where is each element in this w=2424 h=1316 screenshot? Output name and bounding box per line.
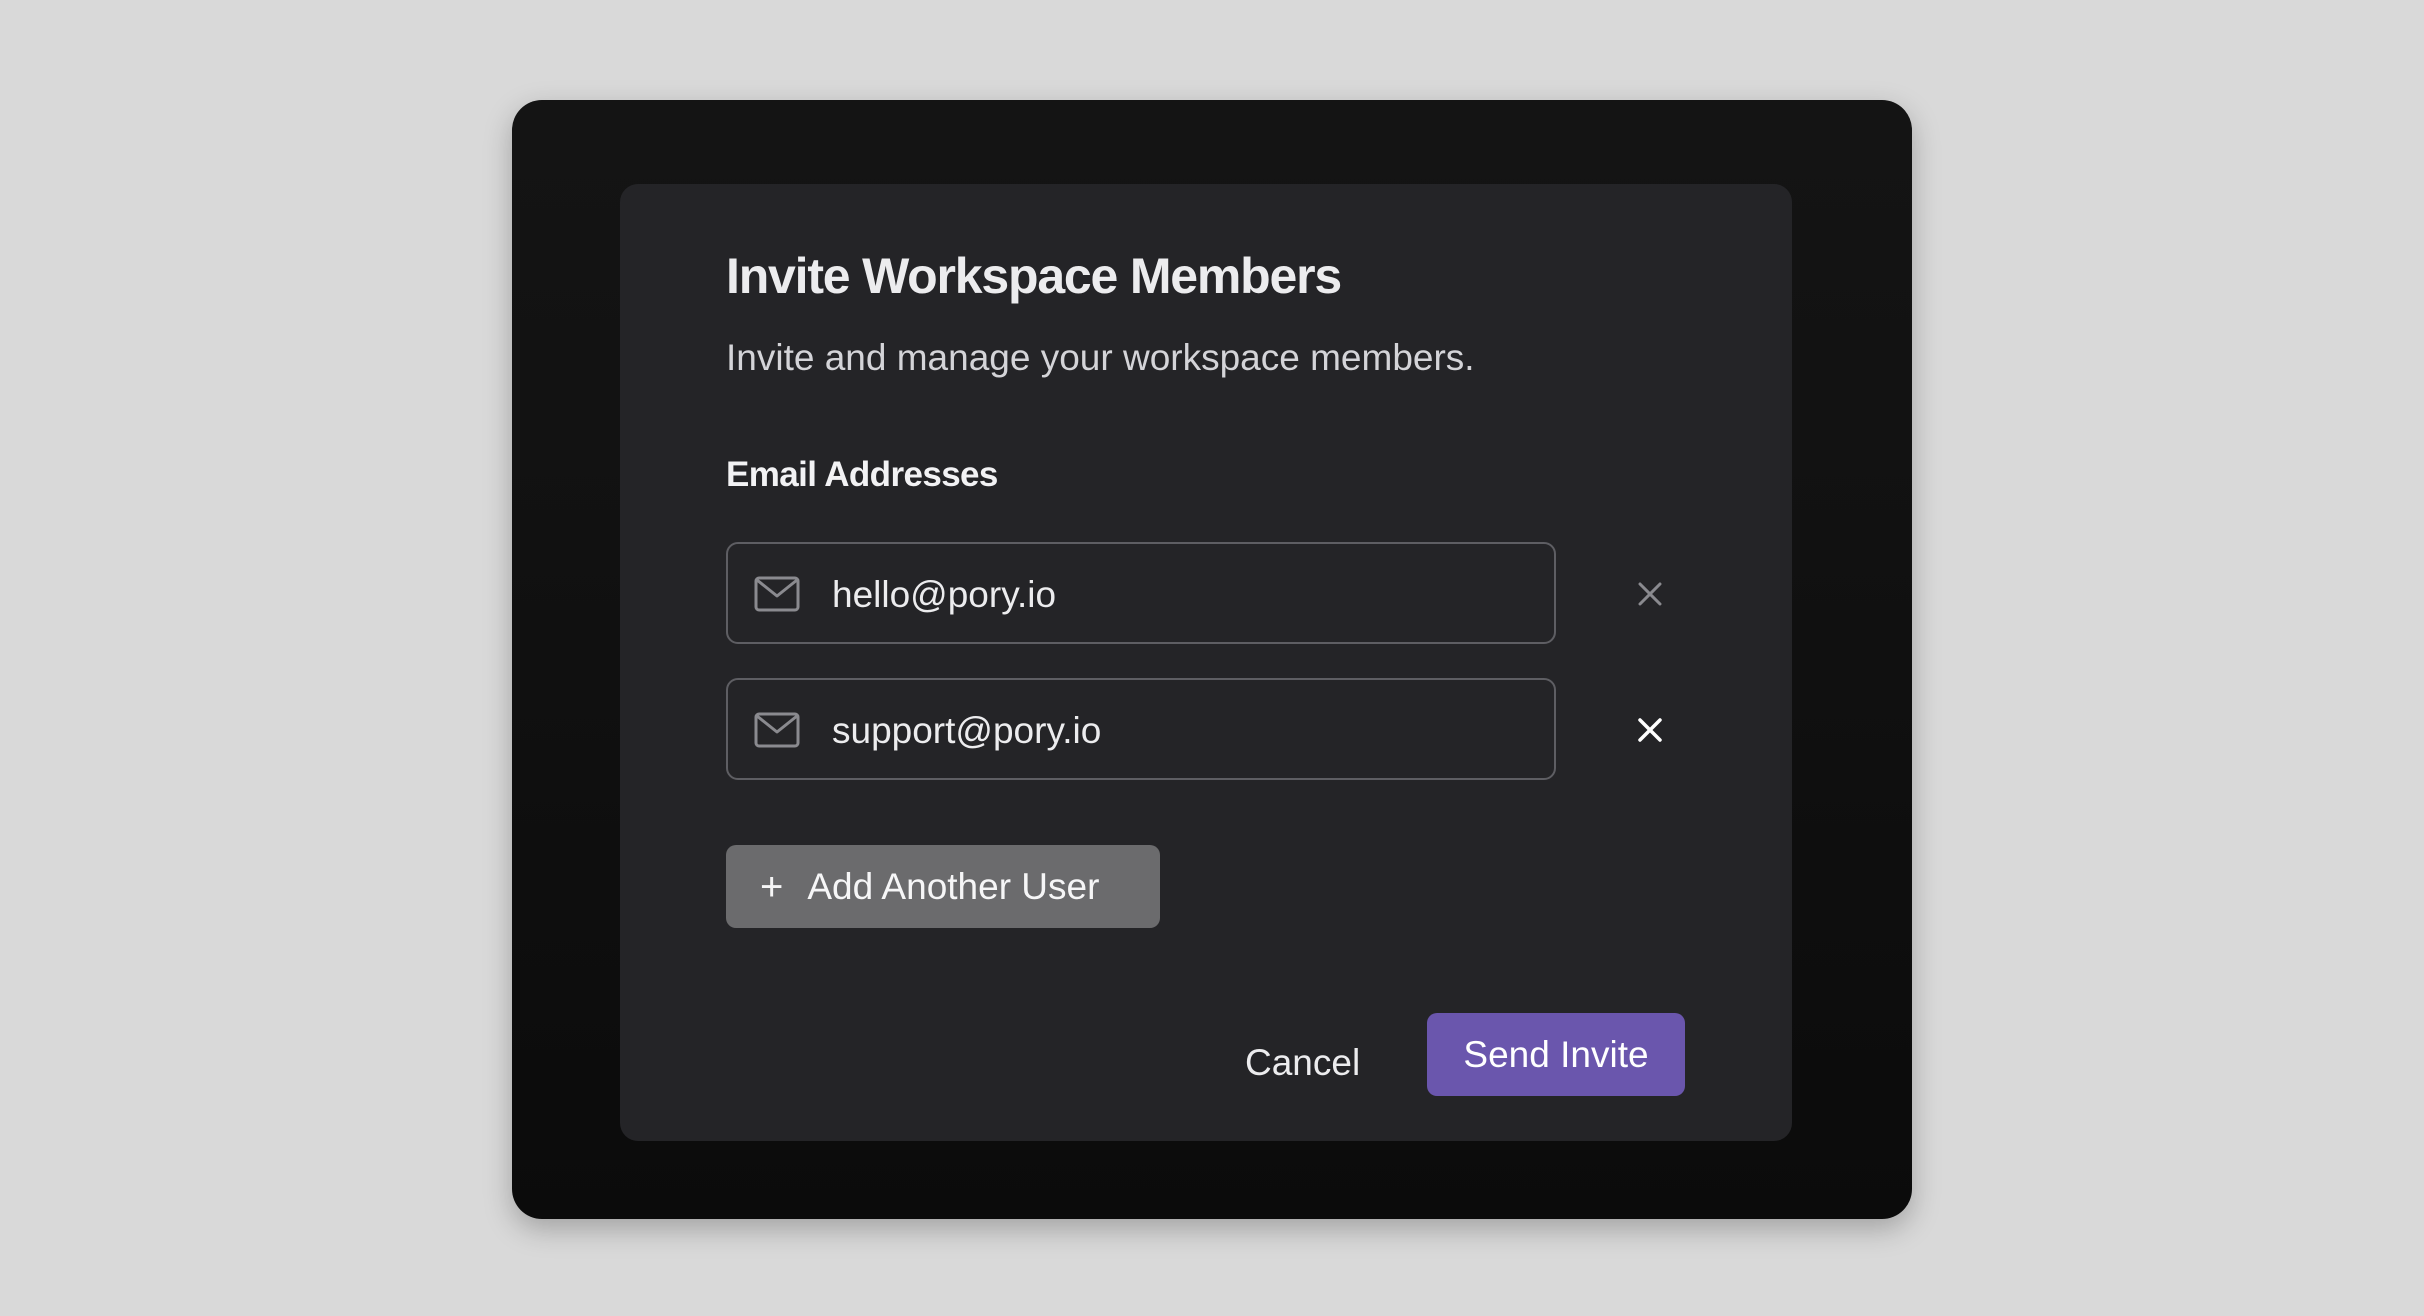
dialog-backdrop: Invite Workspace Members Invite and mana… xyxy=(512,100,1912,1219)
add-another-user-button[interactable]: + Add Another User xyxy=(726,845,1160,928)
close-icon[interactable] xyxy=(1635,579,1665,609)
dialog-subtitle: Invite and manage your workspace members… xyxy=(726,337,1475,378)
email-field-1[interactable]: hello@pory.io xyxy=(726,542,1556,644)
add-another-user-label: Add Another User xyxy=(807,865,1100,907)
email-value[interactable]: support@pory.io xyxy=(832,709,1101,753)
mail-icon xyxy=(754,712,800,748)
close-icon[interactable] xyxy=(1635,715,1665,745)
invite-members-dialog: Invite Workspace Members Invite and mana… xyxy=(620,184,1792,1141)
remove-email-button-1[interactable] xyxy=(1620,564,1680,624)
plus-icon: + xyxy=(760,864,784,909)
cancel-button[interactable]: Cancel xyxy=(1245,1028,1360,1098)
mail-icon xyxy=(754,576,800,612)
email-field-2[interactable]: support@pory.io xyxy=(726,678,1556,780)
remove-email-button-2[interactable] xyxy=(1620,700,1680,760)
email-value[interactable]: hello@pory.io xyxy=(832,573,1056,617)
email-addresses-label: Email Addresses xyxy=(726,455,998,494)
send-invite-button[interactable]: Send Invite xyxy=(1427,1013,1685,1096)
dialog-title: Invite Workspace Members xyxy=(726,248,1342,304)
